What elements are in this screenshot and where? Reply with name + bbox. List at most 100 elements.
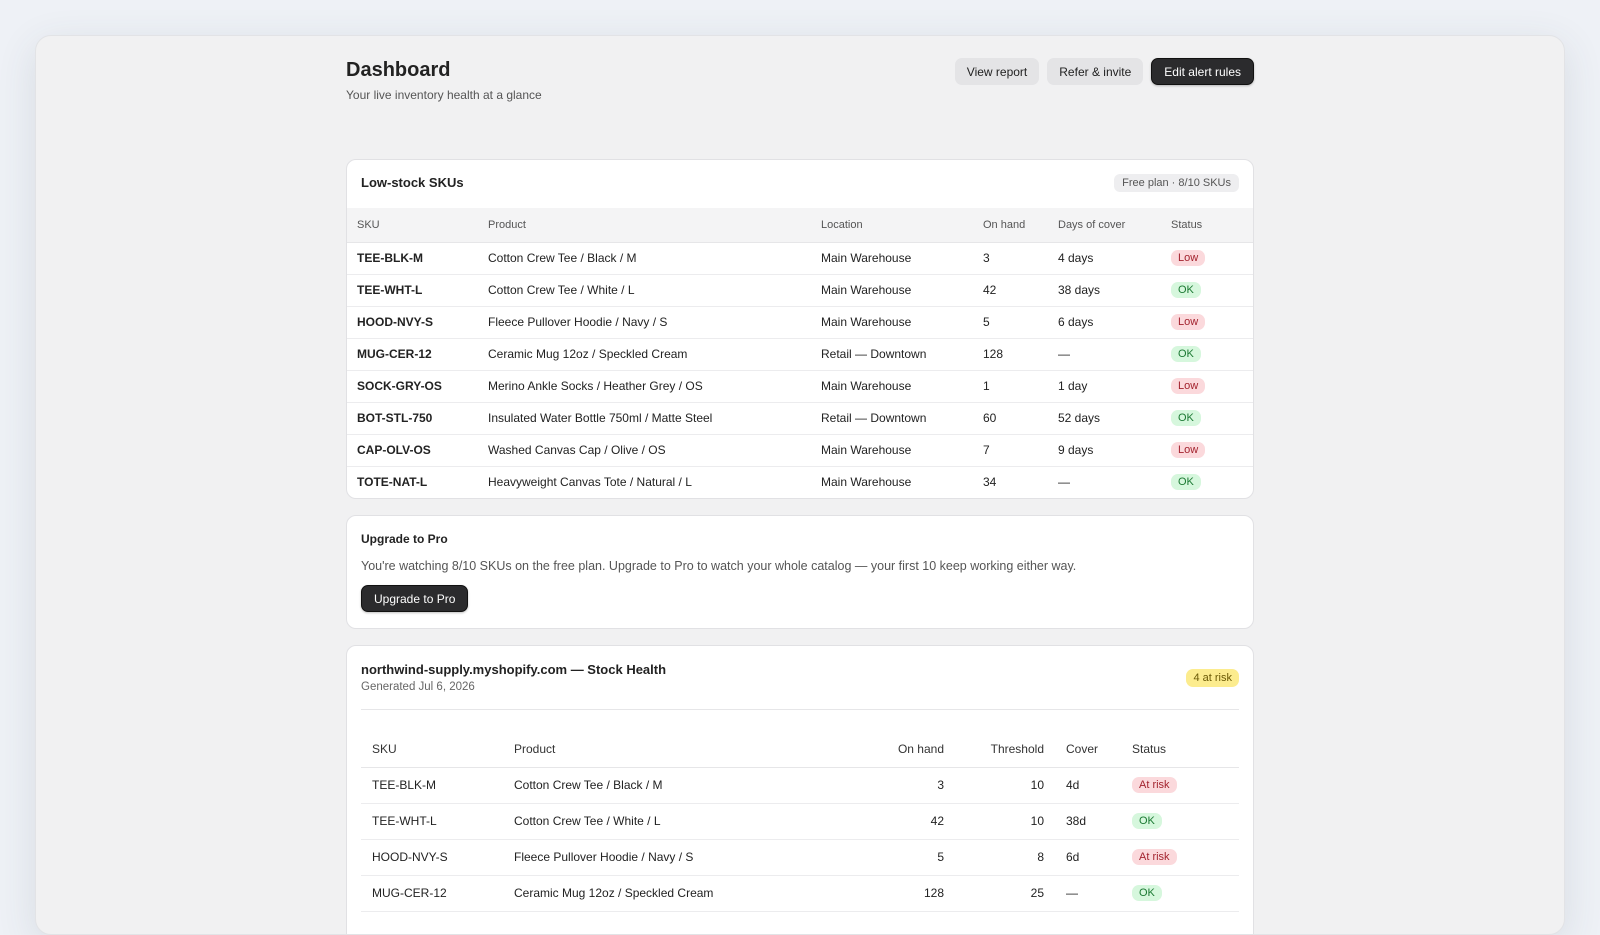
col-header-product[interactable]: Product	[478, 208, 811, 243]
col-header-status[interactable]: Status	[1121, 731, 1239, 768]
stock-health-table: SKU Product On hand Threshold Cover Stat…	[361, 731, 1239, 912]
location-cell: Main Warehouse	[811, 242, 973, 275]
product-cell: Merino Ankle Socks / Heather Grey / OS	[478, 370, 811, 403]
on-hand-cell: 1	[973, 370, 1048, 403]
low-stock-title: Low-stock SKUs	[361, 175, 464, 190]
status-badge: OK	[1171, 474, 1201, 491]
col-header-sku[interactable]: SKU	[347, 208, 478, 243]
table-row[interactable]: HOOD-NVY-S Fleece Pullover Hoodie / Navy …	[347, 306, 1253, 339]
status-badge: OK	[1171, 346, 1201, 362]
product-cell: Fleece Pullover Hoodie / Navy / S	[478, 306, 811, 339]
product-cell: Cotton Crew Tee / Black / M	[503, 767, 833, 804]
table-row[interactable]: TEE-BLK-M Cotton Crew Tee / Black / M Main…	[347, 242, 1253, 275]
sku-cell: TEE-BLK-M	[347, 242, 478, 275]
days-of-cover-cell: —	[1048, 338, 1161, 371]
col-header-location[interactable]: Location	[811, 208, 973, 243]
threshold-cell: 10	[955, 767, 1055, 804]
stock-health-header: northwind-supply.myshopify.com — Stock H…	[361, 662, 1239, 710]
sku-cell: HOOD-NVY-S	[361, 839, 503, 876]
generated-date: Generated Jul 6, 2026	[361, 681, 475, 693]
status-badge: Low	[1171, 442, 1206, 458]
col-header-days-of-cover[interactable]: Days of cover	[1048, 208, 1161, 243]
col-header-on-hand[interactable]: On hand	[973, 208, 1048, 243]
low-stock-card: Low-stock SKUs Free plan · 8/10 SKUs SKU…	[346, 159, 1254, 499]
days-of-cover-cell: 1 day	[1048, 370, 1161, 403]
status-cell: OK	[1161, 466, 1253, 498]
low-stock-card-header: Low-stock SKUs Free plan · 8/10 SKUs	[347, 160, 1253, 208]
col-header-status[interactable]: Status	[1161, 208, 1253, 243]
table-row: TEE-BLK-M Cotton Crew Tee / Black / M 3 10 4…	[361, 767, 1239, 804]
cover-cell: 6d	[1055, 839, 1121, 876]
upgrade-to-pro-button[interactable]: Upgrade to Pro	[361, 585, 469, 612]
on-hand-cell: 128	[833, 875, 955, 912]
table-row[interactable]: BOT-STL-750 Insulated Water Bottle 750ml …	[347, 402, 1253, 435]
location-cell: Main Warehouse	[811, 434, 973, 467]
threshold-cell: 8	[955, 839, 1055, 876]
product-cell: Heavyweight Canvas Tote / Natural / L	[488, 475, 692, 490]
product-cell: Ceramic Mug 12oz / Speckled Cream	[503, 875, 833, 912]
status-badge: Low	[1171, 250, 1206, 266]
cover-cell: —	[1055, 875, 1121, 912]
edit-alert-rules-button[interactable]: Edit alert rules	[1151, 58, 1254, 85]
on-hand-cell: 5	[973, 306, 1048, 339]
page-header: Dashboard Your live inventory health at …	[346, 36, 1254, 159]
refer-invite-button[interactable]: Refer & invite	[1047, 58, 1144, 85]
col-header-cover[interactable]: Cover	[1055, 731, 1121, 768]
status-cell: OK	[1161, 338, 1253, 371]
days-of-cover-cell: 52 days	[1048, 402, 1161, 435]
product-cell: Insulated Water Bottle 750ml / Matte Ste…	[478, 402, 811, 435]
on-hand-cell: 3	[833, 767, 955, 804]
sku-cell: TEE-WHT-L	[347, 274, 478, 307]
status-cell: Low	[1161, 370, 1253, 403]
col-header-sku[interactable]: SKU	[361, 731, 503, 768]
table-row[interactable]: TEE-WHT-L Cotton Crew Tee / White / L Main…	[347, 274, 1253, 307]
on-hand-cell: 60	[973, 402, 1048, 435]
on-hand-cell: 7	[973, 434, 1048, 467]
upgrade-card: Upgrade to Pro You're watching 8/10 SKUs…	[346, 515, 1254, 629]
status-badge: At risk	[1132, 849, 1177, 865]
table-row[interactable]: TOTE-NAT-L Heavyweight Canvas Tote / Natu…	[347, 466, 1253, 498]
status-badge: Low	[1171, 378, 1206, 394]
cover-cell: 38d	[1055, 803, 1121, 840]
col-header-product[interactable]: Product	[503, 731, 833, 768]
view-report-button[interactable]: View report	[954, 58, 1040, 85]
status-cell: OK	[1121, 875, 1239, 912]
table-header-row: SKU Product Location On hand Days of cov…	[347, 208, 1253, 243]
main-content: Dashboard Your live inventory health at …	[346, 36, 1254, 934]
table-row[interactable]: SOCK-GRY-OS Merino Ankle Socks / Heather …	[347, 370, 1253, 403]
on-hand-cell: 3	[973, 242, 1048, 275]
sku-cell: HOOD-NVY-S	[347, 306, 478, 339]
table-row[interactable]: MUG-CER-12 Ceramic Mug 12oz / Speckled Cr…	[347, 338, 1253, 371]
days-of-cover-cell: 9 days	[1048, 434, 1161, 467]
on-hand-cell: 5	[833, 839, 955, 876]
status-badge: Low	[1171, 314, 1206, 330]
low-stock-table: SKU Product Location On hand Days of cov…	[347, 208, 1253, 498]
sku-cell: BOT-STL-750	[347, 402, 478, 435]
sku-cell: MUG-CER-12	[347, 338, 478, 371]
table-row: TEE-WHT-L Cotton Crew Tee / White / L 42 10…	[361, 803, 1239, 840]
table-row[interactable]: CAP-OLV-OS Washed Canvas Cap / Olive / OS…	[347, 434, 1253, 467]
at-risk-badge: 4 at risk	[1186, 669, 1239, 687]
status-cell: At risk	[1121, 839, 1239, 876]
status-badge: OK	[1171, 282, 1201, 298]
col-header-on-hand[interactable]: On hand	[833, 731, 955, 768]
stock-health-title: northwind-supply.myshopify.com — Stock H…	[361, 662, 667, 677]
sku-cell: CAP-OLV-OS	[347, 434, 478, 467]
status-cell: Low	[1161, 434, 1253, 467]
location-cell: Retail — Downtown	[811, 402, 973, 435]
sku-cell: TEE-BLK-M	[361, 767, 503, 804]
status-badge: At risk	[1132, 777, 1177, 793]
on-hand-cell: 34	[983, 475, 997, 490]
on-hand-cell: 128	[973, 338, 1048, 371]
status-cell: OK	[1161, 402, 1253, 435]
sku-cell: TOTE-NAT-L	[357, 475, 428, 490]
product-cell: Cotton Crew Tee / White / L	[478, 274, 811, 307]
status-cell: At risk	[1121, 767, 1239, 804]
status-cell: OK	[1121, 803, 1239, 840]
col-header-threshold[interactable]: Threshold	[955, 731, 1055, 768]
sku-cell: MUG-CER-12	[361, 875, 503, 912]
app-window: Dashboard Your live inventory health at …	[35, 35, 1565, 935]
threshold-cell: 10	[955, 803, 1055, 840]
days-of-cover-cell: 38 days	[1048, 274, 1161, 307]
product-cell: Ceramic Mug 12oz / Speckled Cream	[478, 338, 811, 371]
